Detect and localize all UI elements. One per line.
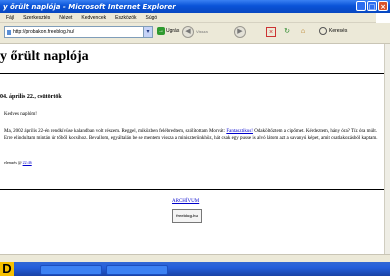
post-greeting: Kedves naplóm!	[4, 112, 37, 117]
divider	[0, 73, 390, 74]
refresh-icon[interactable]: ↻	[282, 27, 292, 37]
back-button[interactable]: ◀	[182, 26, 194, 38]
blog-title: y őrült naplója	[0, 49, 89, 64]
address-text: http://probakon.freeblog.hu/	[13, 29, 75, 35]
status-bar	[0, 254, 390, 262]
stop-icon[interactable]: ×	[266, 27, 276, 37]
address-toolbar: http://probakon.freeblog.hu/ ▾ → Ugrás ◀…	[0, 23, 390, 44]
post-text: Ma, 2002 április 22-én rendkívüse kaland…	[4, 129, 226, 134]
freeblog-badge[interactable]: freeblog.hu	[172, 209, 202, 223]
back-label: Vissza	[196, 29, 208, 34]
address-dropdown-button[interactable]: ▾	[143, 26, 153, 38]
menu-bar: Fájl Szerkesztés Nézet Kedvencek Eszközö…	[0, 13, 390, 23]
menu-help[interactable]: Súgó	[146, 15, 158, 21]
taskbar-item[interactable]	[106, 265, 168, 275]
post-body: Ma, 2002 április 22-én rendkívüse kaland…	[4, 128, 384, 142]
figure-label: D	[0, 262, 14, 276]
page-content: y őrült naplója 04. április 22., csütört…	[0, 44, 390, 254]
menu-view[interactable]: Nézet	[59, 15, 72, 21]
search-label: Keresés	[329, 28, 348, 34]
menu-file[interactable]: Fájl	[6, 15, 14, 21]
go-label: Ugrás	[166, 28, 180, 34]
search-icon	[319, 27, 327, 35]
close-button[interactable]: ×	[378, 1, 388, 11]
post-link[interactable]: Fantasztikus!	[226, 129, 253, 134]
windows-logo-icon	[376, 13, 390, 23]
vertical-scrollbar[interactable]	[384, 44, 390, 254]
post-footer: elemzés @ 22:46	[4, 160, 32, 165]
post-time-link[interactable]: 22:46	[23, 160, 32, 165]
minimize-button[interactable]: _	[356, 1, 366, 11]
go-button[interactable]: → Ugrás	[157, 27, 179, 35]
home-icon[interactable]: ⌂	[298, 27, 308, 37]
menu-favorites[interactable]: Kedvencek	[81, 15, 106, 21]
address-field[interactable]: http://probakon.freeblog.hu/	[4, 26, 151, 38]
window-title: y őrült naplója - Microsoft Internet Exp…	[3, 2, 176, 11]
taskbar-item[interactable]	[40, 265, 102, 275]
archive-link-wrap: ARCHÍVUM	[172, 199, 199, 204]
post-footer-text: elemzés @	[4, 160, 22, 165]
search-button[interactable]: Keresés	[319, 27, 347, 35]
maximize-button[interactable]: □	[367, 1, 377, 11]
browser-window: y őrült naplója - Microsoft Internet Exp…	[0, 0, 390, 262]
forward-button[interactable]: ▶	[234, 26, 246, 38]
go-arrow-icon: →	[157, 27, 165, 35]
archive-link[interactable]: ARCHÍVUM	[172, 199, 199, 204]
page-icon	[7, 30, 11, 35]
title-bar[interactable]: y őrült naplója - Microsoft Internet Exp…	[0, 0, 390, 13]
menu-edit[interactable]: Szerkesztés	[23, 15, 50, 21]
menu-tools[interactable]: Eszközök	[115, 15, 136, 21]
post-date: 04. április 22., csütörtök	[0, 94, 62, 100]
divider	[0, 189, 390, 190]
